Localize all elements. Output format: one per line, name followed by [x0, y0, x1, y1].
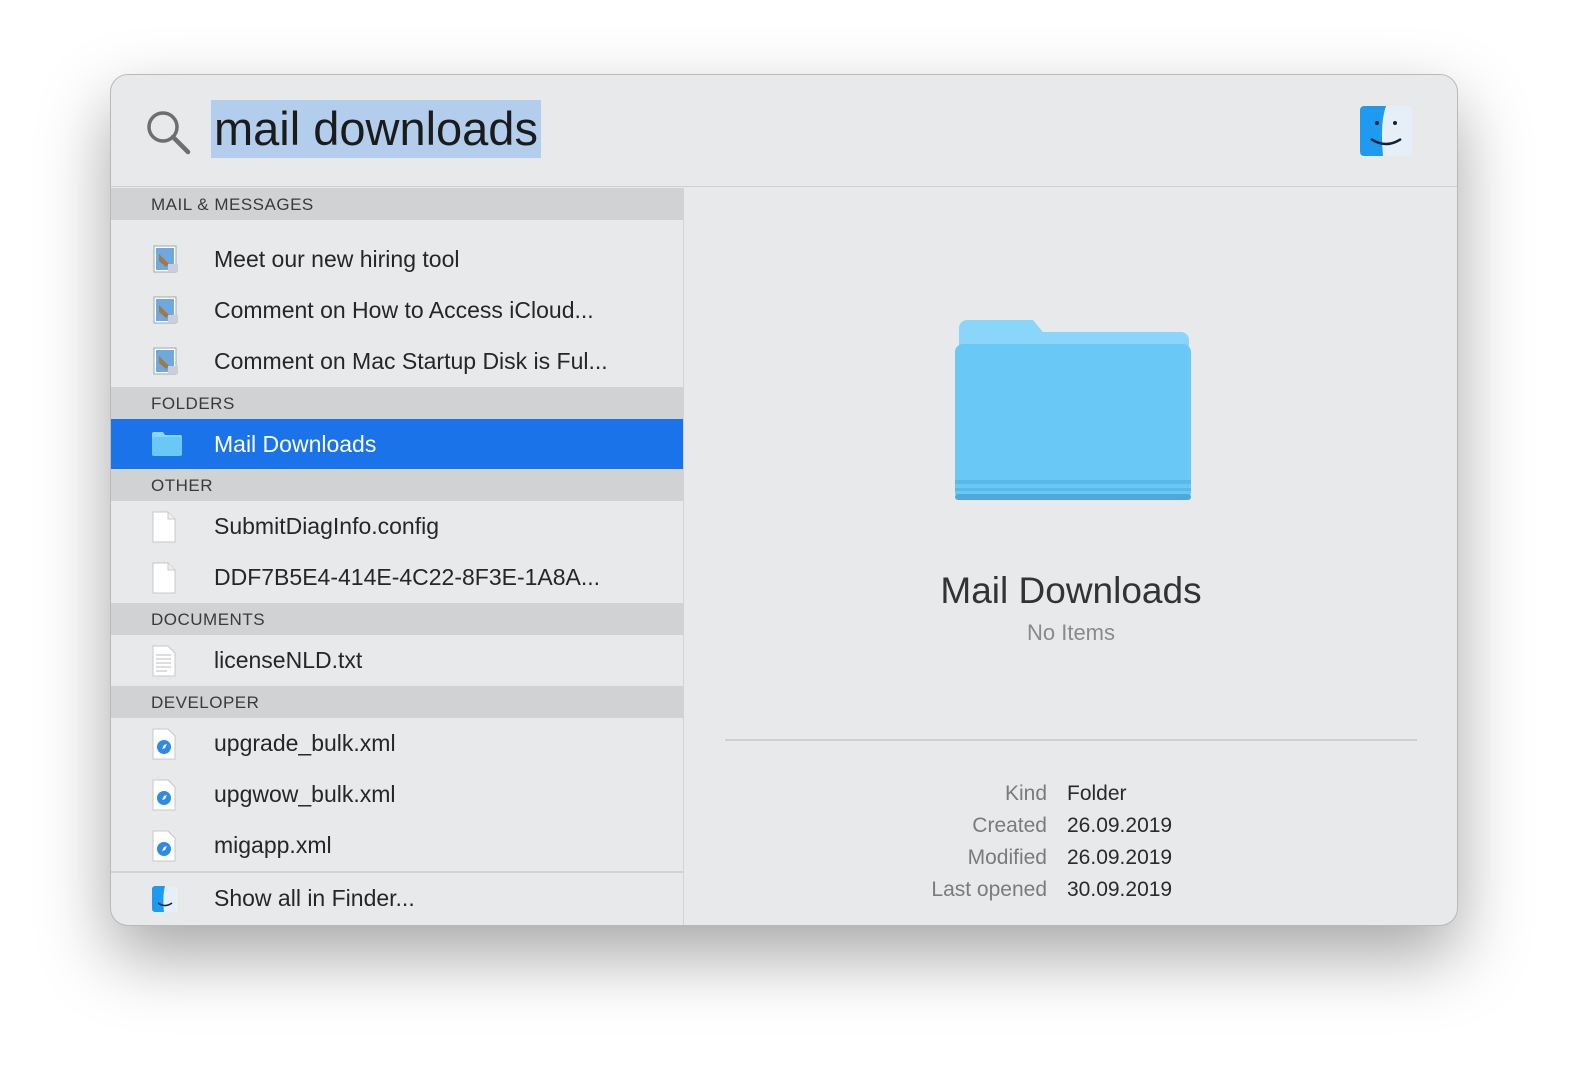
item-label: DDF7B5E4-414E-4C22-8F3E-1A8A...	[214, 564, 601, 590]
preview-title: Mail Downloads	[940, 570, 1202, 611]
item-label: Mail Downloads	[214, 430, 377, 457]
list-item[interactable]: Meet our new hiring tool	[111, 234, 683, 285]
list-item[interactable]: licenseNLD.txt	[111, 635, 683, 686]
preview-subtitle: No Items	[1026, 620, 1116, 645]
meta-row-created: Created 26.09.2019	[972, 814, 1173, 837]
show-all-in-finder-button[interactable]: Show all in Finder...	[111, 873, 683, 924]
safari-document-icon	[111, 728, 214, 760]
list-item[interactable]: Comment on How to Access iCloud...	[111, 285, 683, 336]
search-input[interactable]: mail downloads	[211, 100, 541, 158]
preview-pane: Mail Downloads No Items Kind Folder Creat…	[685, 188, 1457, 925]
list-item[interactable]: DDF7B5E4-414E-4C22-8F3E-1A8A...	[111, 552, 683, 603]
section-header: FOLDERS	[111, 387, 683, 419]
list-item[interactable]: upgwow_bulk.xml	[111, 769, 683, 820]
finder-icon	[111, 885, 214, 913]
section-header: DOCUMENTS	[111, 603, 683, 635]
item-label: licenseNLD.txt	[214, 647, 363, 673]
list-item[interactable]: Mail Downloads	[111, 419, 683, 469]
item-label: Meet our new hiring tool	[214, 246, 460, 272]
blank-document-icon	[111, 511, 214, 543]
item-label: Comment on How to Access iCloud...	[214, 297, 594, 323]
show-all-label: Show all in Finder...	[214, 885, 415, 911]
magnifying-glass-icon	[145, 109, 191, 160]
section-header: MAIL & MESSAGES	[111, 188, 683, 220]
safari-document-icon	[111, 779, 214, 811]
item-label: upgrade_bulk.xml	[214, 730, 396, 756]
list-item[interactable]: Comment on Mac Startup Disk is Ful...	[111, 336, 683, 387]
item-label: Comment on Mac Startup Disk is Ful...	[214, 348, 608, 374]
blank-document-icon	[111, 562, 214, 594]
meta-row-modified: Modified 26.09.2019	[967, 846, 1173, 869]
safari-document-icon	[111, 830, 214, 862]
list-item[interactable]: upgrade_bulk.xml	[111, 718, 683, 769]
folder-icon	[111, 431, 214, 457]
metadata-table: Kind Folder Created 26.09.2019 Modified 26.…	[685, 778, 1457, 906]
item-label: migapp.xml	[214, 832, 332, 858]
section-header: OTHER	[111, 469, 683, 501]
mail-icon	[111, 346, 214, 378]
mail-icon	[111, 295, 214, 327]
text-document-icon	[111, 645, 214, 677]
meta-row-kind: Kind Folder	[1004, 782, 1127, 805]
results-list[interactable]: MAIL & MESSAGES Meet our new hiring tool C…	[111, 188, 684, 925]
section-header: DEVELOPER	[111, 686, 683, 718]
folder-icon	[953, 314, 1193, 509]
list-item[interactable]: SubmitDiagInfo.config	[111, 501, 683, 552]
divider	[725, 739, 1417, 741]
item-label: SubmitDiagInfo.config	[214, 513, 440, 539]
mail-icon	[111, 244, 214, 276]
clipped-row	[111, 220, 683, 234]
meta-row-last-opened: Last opened 30.09.2019	[931, 878, 1173, 901]
spotlight-window: mail downloads MAIL & MESSAGES Meet our n…	[110, 74, 1458, 926]
list-item[interactable]: migapp.xml	[111, 820, 683, 871]
search-bar: mail downloads	[111, 75, 1457, 187]
finder-icon[interactable]	[1359, 105, 1413, 162]
item-label: upgwow_bulk.xml	[214, 781, 396, 807]
